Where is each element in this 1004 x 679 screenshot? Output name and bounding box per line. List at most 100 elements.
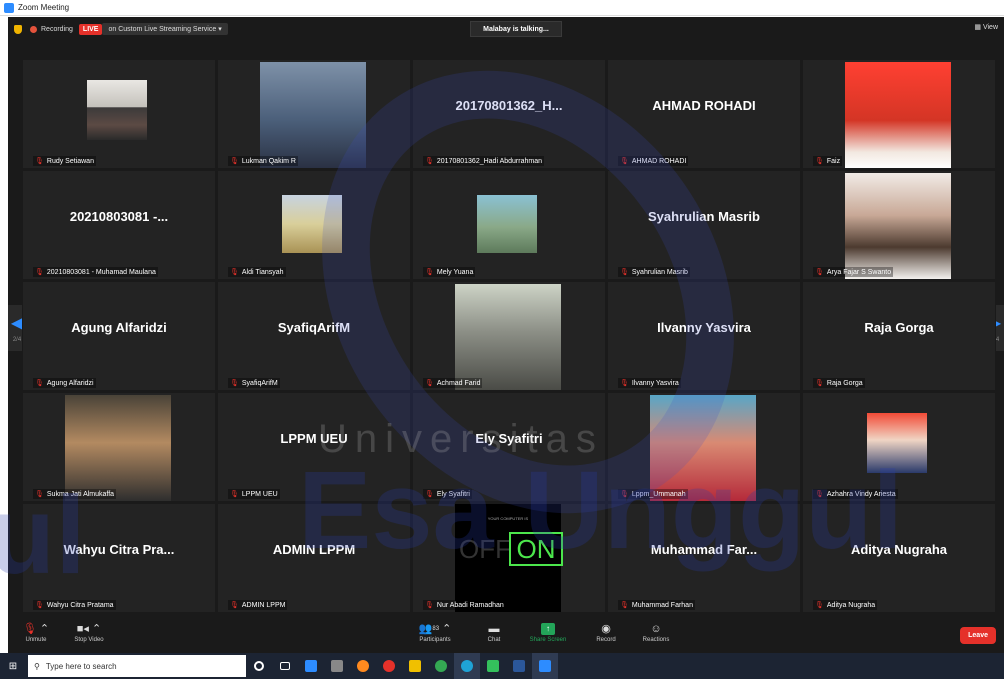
participant-name: 20210803081 - Muhamad Maulana	[46, 268, 156, 276]
participant-tile[interactable]: Agung Alfaridzi 🎙 Agung Alfaridzi	[22, 281, 216, 391]
mic-muted-icon: 🎙	[35, 269, 44, 276]
view-button[interactable]: ▦ View	[974, 23, 998, 31]
word-icon[interactable]	[506, 653, 532, 679]
photos-icon[interactable]	[324, 653, 350, 679]
live-stream-label: on Custom Live Streaming Service	[108, 26, 217, 33]
participant-tile[interactable]: Ely Syafitri 🎙 Ely Syafitri	[412, 392, 606, 502]
mail-icon[interactable]	[298, 653, 324, 679]
screen-caption: YOUR COMPUTER IS	[487, 516, 529, 521]
mic-muted-icon: 🎙	[815, 491, 824, 498]
participant-name: Azhahra Vindy Ariesta	[826, 490, 896, 498]
share-screen-button[interactable]: ↑ Share Screen	[524, 621, 572, 643]
unmute-button[interactable]: 🎙 ⌃ Unmute	[16, 621, 56, 643]
participant-name: Raja Gorga	[826, 379, 863, 387]
participant-name-label: 🎙 Aditya Nugraha	[813, 600, 878, 610]
participant-tile[interactable]: 20210803081 -... 🎙 20210803081 - Muhamad M…	[22, 170, 216, 280]
record-button[interactable]: ◉ Record	[592, 621, 620, 643]
participant-name-label: 🎙 AHMAD ROHADI	[618, 156, 689, 166]
live-badge: LIVE	[78, 23, 103, 35]
participant-video	[477, 195, 537, 253]
participants-icon: 👥	[418, 623, 433, 635]
leave-button[interactable]: Leave	[960, 627, 996, 644]
participant-name: AHMAD ROHADI	[631, 157, 687, 165]
participant-name: Ely Syafitri	[436, 490, 470, 498]
participant-tile[interactable]: 🎙 Mely Yuana	[412, 170, 606, 280]
mic-muted-icon: 🎙	[815, 602, 824, 609]
participant-display-name: Syahrulian Masrib	[648, 209, 760, 224]
participant-tile[interactable]: Muhammad Far... 🎙 Muhammad Farhan	[607, 503, 801, 613]
chrome-icon[interactable]	[428, 653, 454, 679]
chevron-up-icon[interactable]: ⌃	[40, 623, 49, 635]
stop-video-button[interactable]: ■◂ ⌃ Stop Video	[64, 621, 114, 643]
chat-button[interactable]: ▬ Chat	[482, 621, 506, 643]
participant-tile[interactable]: LPPM UEU 🎙 LPPM UEU	[217, 392, 411, 502]
participant-tile[interactable]: Syahrulian Masrib 🎙 Syahrulian Masrib	[607, 170, 801, 280]
share-screen-icon: ↑	[541, 623, 555, 635]
participant-tile[interactable]: 🎙 Sukma Jati Almukaffa	[22, 392, 216, 502]
chevron-up-icon[interactable]: ⌃	[442, 623, 451, 635]
participant-tile[interactable]: 🎙 Achmad Farid	[412, 281, 606, 391]
live-stream-dropdown[interactable]: on Custom Live Streaming Service ▾	[102, 23, 228, 35]
chat-label: Chat	[487, 637, 501, 643]
participant-tile[interactable]: YOUR COMPUTER IS OFF ON 🎙 Nur Abadi Ramadhan	[412, 503, 606, 613]
participant-tile[interactable]: 🎙 Aldi Tiansyah	[217, 170, 411, 280]
active-speaker-banner: Malabay is talking...	[470, 21, 562, 37]
reactions-button[interactable]: ☺ Reactions	[636, 621, 676, 643]
participant-name-label: 🎙 Aldi Tiansyah	[228, 267, 286, 277]
participant-name-label: 🎙 LPPM UEU	[228, 489, 280, 499]
participant-video	[845, 62, 951, 168]
chevron-up-icon[interactable]: ⌃	[92, 623, 101, 635]
firefox-icon[interactable]	[350, 653, 376, 679]
mic-muted-icon: 🎙	[425, 269, 434, 276]
participant-tile[interactable]: Ilvanny Yasvira 🎙 Ilvanny Yasvira	[607, 281, 801, 391]
recording-label: Recording	[41, 25, 73, 33]
security-shield-icon[interactable]	[14, 24, 22, 34]
participant-tile[interactable]: 🎙 Rudy Setiawan	[22, 59, 216, 169]
participant-tile[interactable]: SyafiqArifM 🎙 SyafiqArifM	[217, 281, 411, 391]
mic-muted-icon: 🎙	[230, 269, 239, 276]
participant-tile[interactable]: Wahyu Citra Pra... 🎙 Wahyu Citra Pratama	[22, 503, 216, 613]
participant-name: Rudy Setiawan	[46, 157, 94, 165]
mic-muted-icon: 🎙	[35, 158, 44, 165]
participant-video	[65, 395, 171, 501]
taskbar-search-input[interactable]: ⚲ Type here to search	[28, 655, 246, 677]
zoom-logo-icon	[4, 2, 14, 13]
gallery-grid: 🎙 Rudy Setiawan 🎙 Lukman Qakim R 20170801362…	[22, 59, 996, 613]
participant-tile[interactable]: 🎙 Lppm_Ummanah	[607, 392, 801, 502]
mic-muted-icon: 🎙	[425, 158, 434, 165]
participant-tile[interactable]: 20170801362_H... 🎙 20170801362_Hadi Abdurr…	[412, 59, 606, 169]
participant-name-label: 🎙 Wahyu Citra Pratama	[33, 600, 116, 610]
participant-name: Arya Fajar S Swanto	[826, 268, 892, 276]
participant-name: Lppm_Ummanah	[631, 490, 686, 498]
participant-tile[interactable]: ADMIN LPPM 🎙 ADMIN LPPM	[217, 503, 411, 613]
file-explorer-icon[interactable]	[402, 653, 428, 679]
participant-name-label: 🎙 Nur Abadi Ramadhan	[423, 600, 506, 610]
task-view-icon[interactable]	[272, 653, 298, 679]
participant-tile[interactable]: 🎙 Azhahra Vindy Ariesta	[802, 392, 996, 502]
participant-tile[interactable]: Raja Gorga 🎙 Raja Gorga	[802, 281, 996, 391]
participant-tile[interactable]: 🎙 Lukman Qakim R	[217, 59, 411, 169]
mic-muted-icon: 🎙	[425, 380, 434, 387]
edge-icon[interactable]	[454, 653, 480, 679]
page-indicator-left: 2/4	[12, 337, 22, 343]
windows-start-icon[interactable]: ⊞	[0, 653, 26, 679]
zoom-taskbar-icon[interactable]	[532, 653, 558, 679]
participant-tile[interactable]: AHMAD ROHADI 🎙 AHMAD ROHADI	[607, 59, 801, 169]
mic-muted-icon: 🎙	[230, 380, 239, 387]
participant-name: Muhammad Farhan	[631, 601, 693, 609]
whatsapp-icon[interactable]	[480, 653, 506, 679]
participant-tile[interactable]: Aditya Nugraha 🎙 Aditya Nugraha	[802, 503, 996, 613]
participant-name: Achmad Farid	[436, 379, 481, 387]
participant-name-label: 🎙 Mely Yuana	[423, 267, 476, 277]
participants-button[interactable]: 👥83 ⌃ Participants	[408, 621, 462, 643]
windows-taskbar: ⊞ ⚲ Type here to search	[0, 653, 1004, 679]
cortana-icon[interactable]	[246, 653, 272, 679]
participant-name-label: 🎙 Azhahra Vindy Ariesta	[813, 489, 898, 499]
opera-icon[interactable]	[376, 653, 402, 679]
participant-tile[interactable]: 🎙 Arya Fajar S Swanto	[802, 170, 996, 280]
participant-tile[interactable]: 🎙 Faiz	[802, 59, 996, 169]
participant-name: SyafiqArifM	[241, 379, 278, 387]
participant-display-name: ADMIN LPPM	[272, 542, 356, 557]
participant-name-label: 🎙 Ilvanny Yasvira	[618, 378, 681, 388]
participant-name-label: 🎙 Arya Fajar S Swanto	[813, 267, 894, 277]
